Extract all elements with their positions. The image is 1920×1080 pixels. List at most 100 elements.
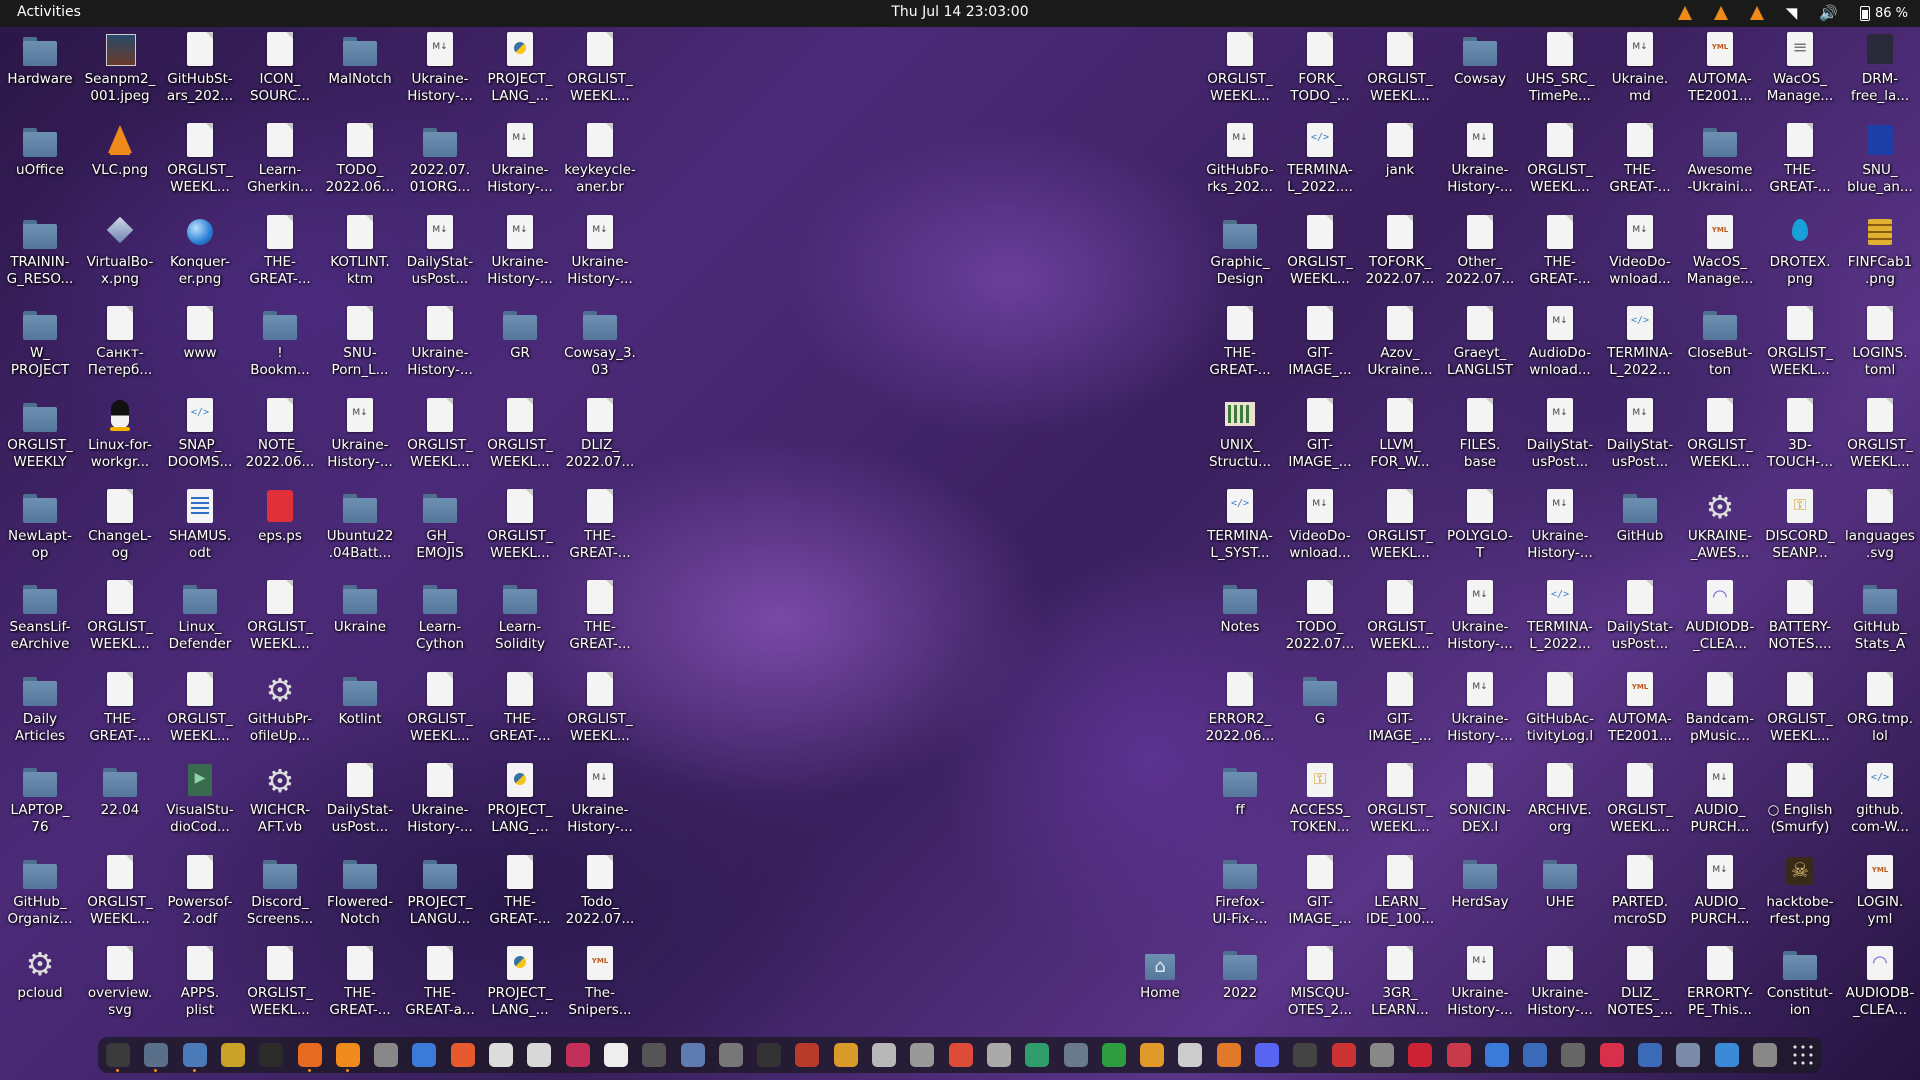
desktop-icon[interactable]: VisualStu- dioCod... — [160, 758, 240, 846]
desktop-icon[interactable]: Awesome -Ukraini... — [1680, 118, 1760, 206]
desktop-icon[interactable]: THE- GREAT-... — [560, 484, 640, 572]
vlc-tray-icon[interactable] — [1713, 6, 1728, 20]
desktop-icon[interactable]: NOTE_ 2022.06... — [240, 393, 320, 481]
desktop-icon[interactable]: ff — [1200, 758, 1280, 846]
desktop-icon[interactable]: AUDIODB- _CLEA... — [1680, 575, 1760, 663]
desktop-icon[interactable]: SeansLif- eArchive — [0, 575, 80, 663]
desktop-icon[interactable]: eps.ps — [240, 484, 320, 572]
desktop-icon[interactable]: ORGLIST_ WEEKL... — [1200, 27, 1280, 115]
desktop-icon[interactable]: PROJECT_ LANG_... — [480, 941, 560, 1029]
desktop-icon[interactable]: pcloud — [0, 941, 80, 1029]
desktop-icon[interactable]: THE- GREAT-... — [1600, 118, 1680, 206]
discord-icon[interactable] — [1255, 1043, 1279, 1067]
desktop-icon[interactable]: DailyStat- usPost... — [1520, 393, 1600, 481]
desktop-icon[interactable]: Ukraine- History-... — [1440, 941, 1520, 1029]
desktop-icon[interactable]: DROTEX. png — [1760, 210, 1840, 298]
desktop-icon[interactable]: Learn- Gherkin... — [240, 118, 320, 206]
desktop-icon[interactable]: ORGLIST_ WEEKL... — [1600, 758, 1680, 846]
desktop-icon[interactable]: THE- GREAT-... — [480, 667, 560, 755]
desktop-icon[interactable]: DRM- free_la... — [1840, 27, 1920, 115]
desktop-icon[interactable]: Discord_ Screens... — [240, 850, 320, 938]
desktop-icon[interactable]: Graeyt_ LANGLIST — [1440, 301, 1520, 389]
desktop-icon[interactable]: UHE — [1520, 850, 1600, 938]
desktop-icon[interactable]: THE- GREAT-... — [480, 850, 560, 938]
desktop-icon[interactable]: ChangeL- og — [80, 484, 160, 572]
desktop-icon[interactable]: Flowered- Notch — [320, 850, 400, 938]
desktop-icon[interactable]: Graphic_ Design — [1200, 210, 1280, 298]
desktop-icon[interactable]: GitHubPr- ofileUp... — [240, 667, 320, 755]
desktop-icon[interactable]: Learn- Solidity — [480, 575, 560, 663]
vlc-tray-icon[interactable] — [1749, 6, 1764, 20]
desktop-icon[interactable]: ORGLIST_ WEEKL... — [560, 667, 640, 755]
calendar-icon[interactable] — [1178, 1043, 1203, 1067]
desktop-icon[interactable]: UNIX_ Structu... — [1200, 393, 1280, 481]
terminal-icon[interactable] — [106, 1043, 130, 1067]
desktop-icon[interactable]: ! Bookm... — [240, 301, 320, 389]
desktop-icon[interactable]: Other_ 2022.07... — [1440, 210, 1520, 298]
desktop-icon[interactable]: ORGLIST_ WEEKL... — [80, 575, 160, 663]
desktop-icon[interactable]: Ukraine- History-... — [1520, 484, 1600, 572]
desktop-icon[interactable]: hacktobe- rfest.png — [1760, 850, 1840, 938]
desktop-icon[interactable]: GR — [480, 301, 560, 389]
cursor-icon[interactable] — [642, 1043, 667, 1067]
volume-icon[interactable]: 🔊 — [1819, 3, 1838, 23]
inkscape-icon[interactable] — [757, 1043, 782, 1067]
archive-icon[interactable] — [872, 1043, 896, 1067]
desktop-icon[interactable]: 3D- TOUCH-... — [1760, 393, 1840, 481]
desktop-icon[interactable]: THE- GREAT-a... — [400, 941, 480, 1029]
system-monitor-icon[interactable] — [565, 1043, 590, 1067]
battery-indicator[interactable]: 86 % — [1859, 5, 1908, 21]
desktop-icon[interactable]: FILES. base — [1440, 393, 1520, 481]
vlc-icon[interactable] — [335, 1043, 360, 1067]
steam-icon[interactable] — [1293, 1043, 1318, 1067]
calculator-icon[interactable] — [527, 1043, 552, 1067]
ship-icon[interactable] — [795, 1043, 820, 1067]
desktop-icon[interactable]: FORK_ TODO_... — [1280, 27, 1360, 115]
desktop-icon[interactable]: THE- GREAT-... — [240, 210, 320, 298]
desktop-icon[interactable]: Powersof- 2.odf — [160, 850, 240, 938]
desktop-icon[interactable]: TERMINA- L_SYST... — [1200, 484, 1280, 572]
desktop-icon[interactable]: Learn- Cython — [400, 575, 480, 663]
desktop-icon[interactable]: Linux-for- workgr... — [80, 393, 160, 481]
desktop-icon[interactable]: FINFCab1 .png — [1840, 210, 1920, 298]
desktop-icon[interactable]: WacOS_ Manage... — [1680, 210, 1760, 298]
desktop-icon[interactable]: The- Snipers... — [560, 941, 640, 1029]
desktop-icon[interactable]: ORGLIST_ WEEKL... — [240, 941, 320, 1029]
desktop-icon[interactable]: Ukraine- History-... — [400, 758, 480, 846]
desktop-icon[interactable]: DailyStat- usPost... — [400, 210, 480, 298]
desktop-icon[interactable]: Konquer- er.png — [160, 210, 240, 298]
desktop-icon[interactable]: DailyStat- usPost... — [320, 758, 400, 846]
desktop-icon[interactable]: ORGLIST_ WEEKL... — [560, 27, 640, 115]
desktop-icon[interactable]: POLYGLO- T — [1440, 484, 1520, 572]
desktop-icon[interactable]: 3GR_ LEARN... — [1360, 941, 1440, 1029]
desktop-icon[interactable]: www — [160, 301, 240, 389]
desktop-icon[interactable]: ORGLIST_ WEEKL... — [1680, 393, 1760, 481]
desktop-icon[interactable]: 22.04 — [80, 758, 160, 846]
window-icon[interactable] — [1523, 1043, 1548, 1067]
desktop-icon[interactable]: UKRAINE- _AWES... — [1680, 484, 1760, 572]
desktop-icon[interactable]: BATTERY- NOTES.... — [1760, 575, 1840, 663]
desktop-icon[interactable]: GitHub — [1600, 484, 1680, 572]
heart-icon[interactable] — [1599, 1043, 1624, 1067]
desktop-icon[interactable]: Ukraine- History-... — [1520, 941, 1600, 1029]
desktop-icon[interactable]: MISCQU- OTES_2... — [1280, 941, 1360, 1029]
desktop-icon[interactable]: PROJECT_ LANG_... — [480, 27, 560, 115]
desktop-icon[interactable]: Ukraine- History-... — [480, 210, 560, 298]
desktop-icon[interactable]: overview. svg — [80, 941, 160, 1029]
desktop-icon[interactable]: AudioDo- wnload... — [1520, 301, 1600, 389]
desktop-icon[interactable]: GitHubFo- rks_202... — [1200, 118, 1280, 206]
screenshot-icon[interactable] — [910, 1043, 935, 1067]
desktop-icon[interactable]: AUDIO_ PURCH... — [1680, 758, 1760, 846]
desktop-icon[interactable]: THE- GREAT-... — [320, 941, 400, 1029]
system-tray[interactable]: ◥ 🔊 86 % — [1677, 3, 1908, 23]
desktop-icon[interactable]: DISCORD_ SEANP... — [1760, 484, 1840, 572]
desktop-icon[interactable]: GitHubSt- ars_202... — [160, 27, 240, 115]
desktop-icon[interactable]: Ubuntu22 .04Batt... — [320, 484, 400, 572]
app-grid-icon[interactable] — [1791, 1043, 1816, 1067]
desktop-icon[interactable]: GIT- IMAGE_... — [1280, 393, 1360, 481]
desktop-icon[interactable]: Ukraine- History-... — [560, 210, 640, 298]
chart-app-icon[interactable] — [1025, 1043, 1050, 1067]
desktop-icon[interactable]: GitHub_ Stats_A — [1840, 575, 1920, 663]
desktop-icon[interactable]: AUTOMA- TE2001... — [1680, 27, 1760, 115]
desktop-icon[interactable]: jank — [1360, 118, 1440, 206]
